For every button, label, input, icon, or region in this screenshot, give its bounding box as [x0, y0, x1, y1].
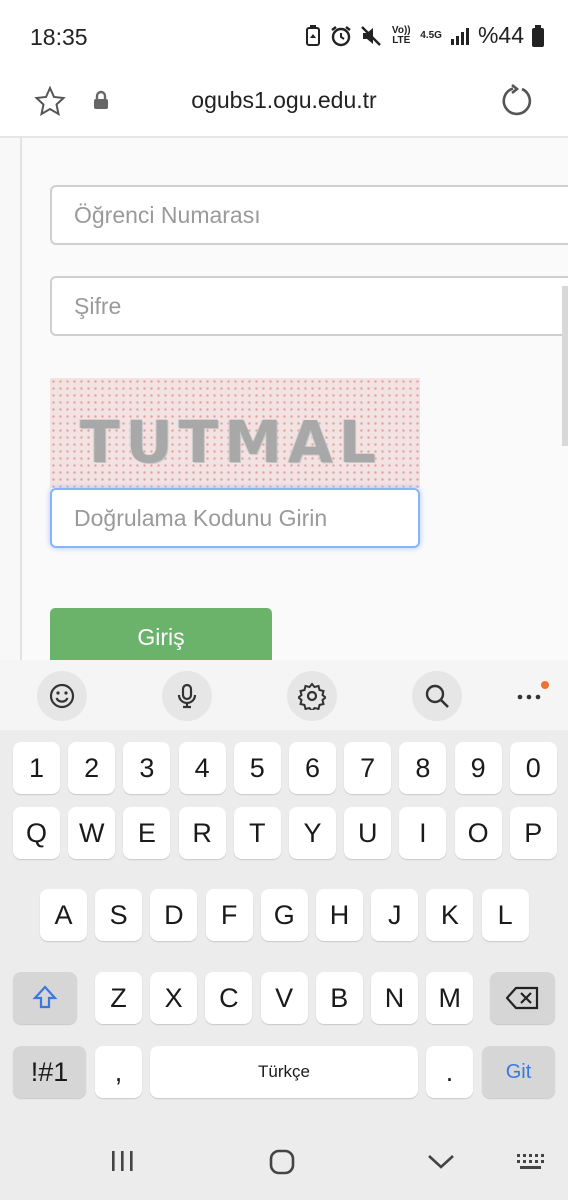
enter-key[interactable]: Git: [482, 1046, 555, 1098]
key-4[interactable]: 4: [178, 742, 226, 794]
back-chevron-icon[interactable]: [426, 1148, 456, 1174]
shift-key[interactable]: [13, 972, 77, 1024]
backspace-icon: [505, 986, 538, 1010]
space-key[interactable]: Türkçe: [150, 1046, 418, 1098]
emoji-icon: [49, 683, 75, 709]
gear-icon: [298, 682, 326, 710]
key-f[interactable]: F: [205, 889, 253, 941]
clock: 18:35: [30, 24, 88, 50]
captcha-image: TUTMAL: [50, 378, 420, 488]
more-icon: [517, 681, 549, 700]
home-icon[interactable]: [268, 1148, 296, 1176]
key-g[interactable]: G: [260, 889, 308, 941]
battery-percent: %44: [477, 22, 524, 48]
key-x[interactable]: X: [150, 972, 198, 1024]
url-text[interactable]: ogubs1.ogu.edu.tr: [0, 87, 568, 114]
key-d[interactable]: D: [150, 889, 198, 941]
key-z[interactable]: Z: [95, 972, 142, 1024]
search-icon: [425, 684, 449, 708]
login-label: Giriş: [137, 624, 185, 650]
captcha-input-placeholder: Doğrulama Kodunu Girin: [74, 504, 328, 531]
key-8[interactable]: 8: [399, 742, 447, 794]
volte-indicator: Vo)) LTE: [391, 24, 411, 46]
key-p[interactable]: P: [509, 807, 557, 859]
keyboard-switch-icon[interactable]: [515, 1148, 547, 1174]
keyboard-settings-button[interactable]: [287, 671, 337, 721]
captcha-input[interactable]: Doğrulama Kodunu Girin: [50, 488, 420, 548]
symbols-key[interactable]: !#1: [13, 1046, 86, 1098]
key-u[interactable]: U: [344, 807, 392, 859]
keyboard-toolbar: [0, 660, 568, 730]
status-icons: Vo)) LTE 4.5G %44: [304, 22, 544, 49]
status-bar: 18:35 Vo)) LTE 4.5G %44: [0, 0, 568, 72]
key-a[interactable]: A: [40, 889, 87, 941]
captcha-text: TUTMAL: [80, 408, 382, 476]
key-i[interactable]: I: [399, 807, 447, 859]
battery-icon: [532, 24, 544, 47]
student-number-field[interactable]: Öğrenci Numarası: [50, 185, 568, 245]
key-e[interactable]: E: [123, 807, 171, 859]
reload-icon[interactable]: [500, 84, 534, 118]
backspace-key[interactable]: [490, 972, 555, 1024]
alarm-icon: [331, 25, 351, 46]
browser-address-bar: ogubs1.ogu.edu.tr: [0, 72, 568, 138]
password-field[interactable]: Şifre: [50, 276, 568, 336]
search-button[interactable]: [412, 671, 462, 721]
emoji-button[interactable]: [37, 671, 87, 721]
period-key[interactable]: .: [426, 1046, 473, 1098]
key-q[interactable]: Q: [13, 807, 60, 859]
key-5[interactable]: 5: [233, 742, 281, 794]
login-button[interactable]: Giriş: [50, 608, 272, 660]
key-6[interactable]: 6: [289, 742, 336, 794]
key-k[interactable]: K: [426, 889, 474, 941]
key-1[interactable]: 1: [13, 742, 60, 794]
key-t[interactable]: T: [233, 807, 281, 859]
key-l[interactable]: L: [481, 889, 529, 941]
more-options-button[interactable]: [512, 680, 552, 710]
key-7[interactable]: 7: [344, 742, 392, 794]
key-2[interactable]: 2: [68, 742, 116, 794]
shift-icon: [32, 985, 58, 1009]
recycle-icon: [306, 24, 321, 46]
keyboard: 1 2 3 4 5 6 7 8 9 0 Q W E R T Y U I O P A S D F G H J K L Z X C V B N M !#1,…: [0, 660, 568, 1200]
password-placeholder: Şifre: [74, 292, 122, 319]
signal-icon: [450, 27, 469, 45]
key-c[interactable]: C: [205, 972, 253, 1024]
comma-key[interactable]: ,: [95, 1046, 142, 1098]
network-indicator: 4.5G: [420, 29, 442, 41]
recent-apps-icon[interactable]: [110, 1148, 136, 1174]
panel-border: [20, 138, 22, 660]
web-page: Öğrenci Numarası Şifre TUTMAL Doğrulama …: [0, 138, 568, 660]
key-o[interactable]: O: [454, 807, 502, 859]
key-9[interactable]: 9: [454, 742, 502, 794]
key-h[interactable]: H: [316, 889, 363, 941]
key-m[interactable]: M: [426, 972, 474, 1024]
navigation-bar: [0, 1120, 568, 1200]
microphone-icon: [177, 683, 197, 709]
key-v[interactable]: V: [260, 972, 308, 1024]
key-n[interactable]: N: [371, 972, 418, 1024]
key-s[interactable]: S: [95, 889, 143, 941]
key-b[interactable]: B: [315, 972, 363, 1024]
mute-icon: [361, 25, 382, 46]
key-y[interactable]: Y: [289, 807, 336, 859]
key-w[interactable]: W: [68, 807, 116, 859]
key-0[interactable]: 0: [509, 742, 557, 794]
key-j[interactable]: J: [371, 889, 419, 941]
key-r[interactable]: R: [178, 807, 226, 859]
voice-input-button[interactable]: [162, 671, 212, 721]
scrollbar[interactable]: [562, 286, 568, 446]
student-number-placeholder: Öğrenci Numarası: [74, 201, 261, 228]
key-3[interactable]: 3: [123, 742, 171, 794]
